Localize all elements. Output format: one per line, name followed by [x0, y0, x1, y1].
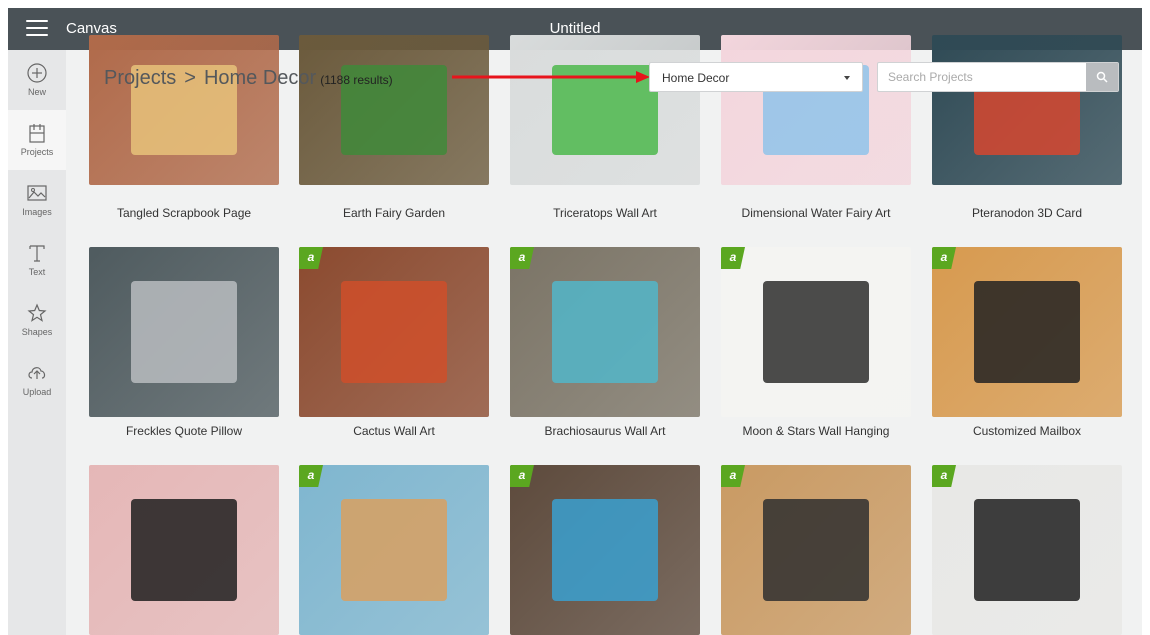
- sidebar-item-new[interactable]: New: [8, 50, 66, 110]
- project-title: Dimensional Water Fairy Art: [741, 206, 891, 220]
- thumbnail-subject: [973, 281, 1081, 383]
- sidebar-label-new: New: [27, 87, 46, 97]
- thumbnail-subject: [762, 281, 870, 383]
- project-title: Triceratops Wall Art: [553, 206, 657, 220]
- search-button[interactable]: [1086, 63, 1118, 91]
- thumbnail-subject: [340, 281, 448, 383]
- sidebar-label-shapes: Shapes: [21, 327, 53, 337]
- project-thumbnail[interactable]: a: [299, 465, 489, 635]
- sidebar-item-projects[interactable]: Projects: [8, 110, 66, 170]
- sidebar-label-projects: Projects: [20, 147, 54, 157]
- project-thumbnail[interactable]: a: [299, 247, 489, 417]
- projects-panel: Tangled Scrapbook Page Earth Fairy Garden…: [66, 35, 1142, 635]
- project-grid: Tangled Scrapbook Page Earth Fairy Garden…: [89, 35, 1134, 635]
- thumbnail-subject: [973, 499, 1081, 601]
- project-title: Customized Mailbox: [972, 424, 1082, 438]
- project-thumbnail[interactable]: [89, 35, 279, 185]
- image-icon: [27, 185, 47, 201]
- project-thumbnail[interactable]: a: [510, 465, 700, 635]
- search-icon: [1096, 71, 1108, 83]
- breadcrumb-separator: >: [184, 67, 196, 89]
- search-input[interactable]: [878, 63, 1086, 91]
- project-thumbnail[interactable]: [89, 247, 279, 417]
- project-title: Pteranodon 3D Card: [971, 206, 1083, 220]
- thumbnail-subject: [551, 499, 659, 601]
- left-sidebar: New Projects Images Text Shapes Upload: [8, 50, 66, 635]
- sidebar-label-upload: Upload: [22, 387, 52, 397]
- category-dropdown[interactable]: Home Decor: [649, 62, 863, 92]
- sidebar-item-upload[interactable]: Upload: [8, 350, 66, 410]
- thumbnail-subject: [551, 281, 659, 383]
- shapes-icon: [27, 303, 47, 322]
- project-title: Earth Fairy Garden: [342, 206, 446, 220]
- sidebar-label-images: Images: [22, 207, 52, 217]
- project-thumbnail[interactable]: a: [932, 247, 1122, 417]
- thumbnail-subject: [130, 281, 238, 383]
- breadcrumb-root[interactable]: Projects: [104, 67, 176, 89]
- project-title: Brachiosaurus Wall Art: [544, 424, 666, 438]
- thumbnail-subject: [762, 499, 870, 601]
- project-thumbnail[interactable]: a: [721, 247, 911, 417]
- breadcrumb: Projects > Home Decor (1188 results): [104, 67, 393, 90]
- upload-icon: [28, 367, 46, 379]
- project-title: Freckles Quote Pillow: [125, 424, 243, 438]
- plus-circle-icon: [27, 63, 47, 83]
- project-title: Tangled Scrapbook Page: [116, 206, 252, 220]
- project-thumbnail[interactable]: a: [721, 465, 911, 635]
- category-dropdown-value: Home Decor: [662, 71, 730, 85]
- chevron-down-icon: [844, 76, 850, 80]
- sidebar-item-text[interactable]: Text: [8, 230, 66, 290]
- result-count: (1188 results): [320, 73, 393, 87]
- annotation-arrow: [452, 71, 650, 83]
- sidebar-item-shapes[interactable]: Shapes: [8, 290, 66, 350]
- text-icon: [29, 245, 45, 262]
- sidebar-item-images[interactable]: Images: [8, 170, 66, 230]
- project-title: Cactus Wall Art: [353, 424, 435, 438]
- sidebar-label-text: Text: [28, 267, 46, 277]
- project-thumbnail[interactable]: a: [510, 247, 700, 417]
- projects-icon: [29, 124, 45, 143]
- search-box: [877, 62, 1119, 92]
- project-title: Moon & Stars Wall Hanging: [742, 424, 890, 438]
- project-thumbnail[interactable]: [89, 465, 279, 635]
- app-window: Canvas Untitled New Projects Images Text…: [8, 8, 1142, 635]
- project-thumbnail[interactable]: a: [932, 465, 1122, 635]
- breadcrumb-current: Home Decor: [203, 67, 317, 89]
- thumbnail-subject: [130, 499, 238, 601]
- thumbnail-subject: [340, 499, 448, 601]
- project-thumbnail[interactable]: [721, 35, 911, 185]
- project-thumbnail[interactable]: [510, 35, 700, 185]
- project-thumbnail[interactable]: [932, 35, 1122, 185]
- project-thumbnail[interactable]: [299, 35, 489, 185]
